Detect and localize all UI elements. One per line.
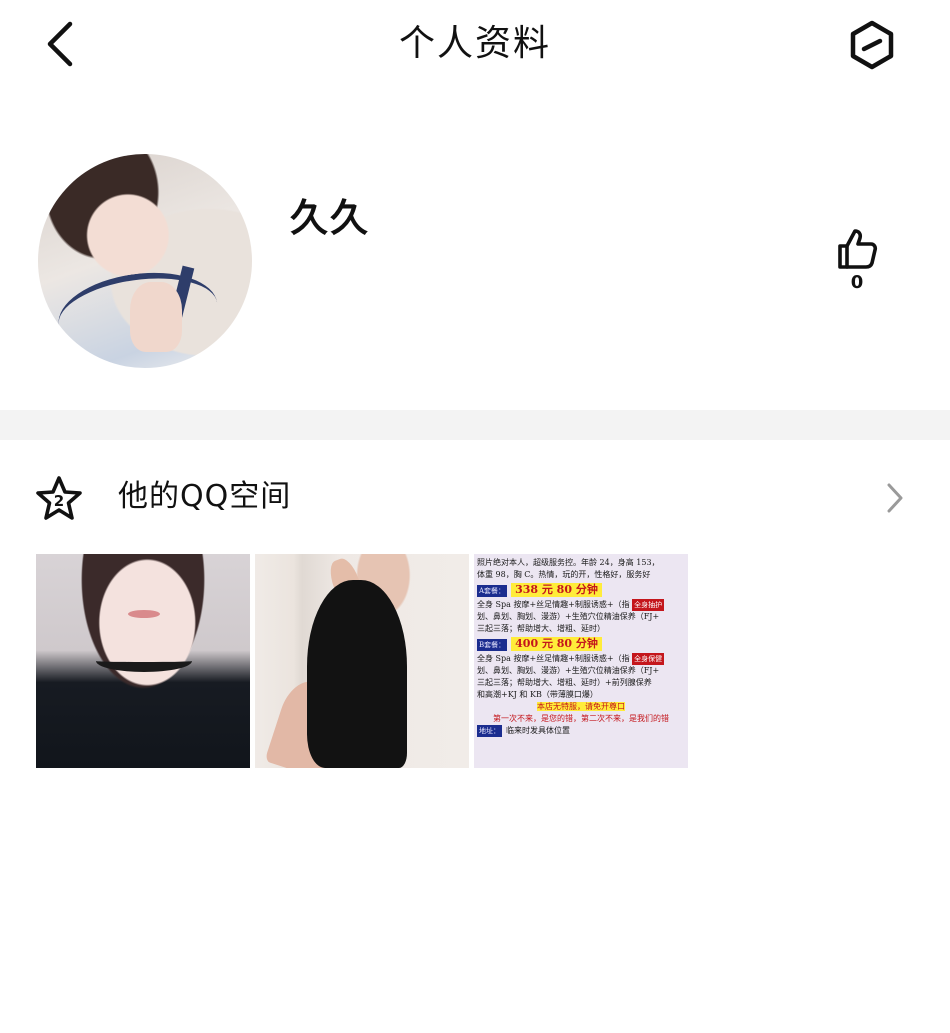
qzone-entry[interactable]: 2 他的QQ空间: [0, 460, 950, 536]
ad-line: 和高潮+KJ 和 KB（带薄膜口爆）: [477, 690, 598, 699]
ad-line: 全身 Spa 按摩+丝足情趣+制服诱惑+（指 全身抽护: [477, 599, 665, 611]
ad-price: 338 元 80 分钟: [511, 583, 602, 597]
page-title: 个人资料: [398, 23, 551, 64]
ad-tag: 全身抽护: [632, 599, 665, 611]
profile-page: 个人资料 久久 0 2 他的QQ空间 照片绝对本人，超级服务控。年龄 24，身高…: [0, 0, 950, 1033]
star-level-icon: 2: [36, 476, 82, 520]
ad-line: 体重 98，胸 C。热情，玩的开，性格好，服务好: [477, 570, 651, 579]
qzone-photos: 照片绝对本人，超级服务控。年龄 24，身高 153， 体重 98，胸 C。热情，…: [36, 554, 690, 770]
hexagon-minus-icon: [850, 20, 894, 70]
ad-line: 全身 Spa 按摩+丝足情趣+制服诱惑+（指 全身保健: [477, 653, 665, 665]
section-divider: [0, 410, 950, 440]
ad-tag: A套餐：: [477, 585, 508, 597]
ad-line: 三起三落；帮助增大、增粗、延时）+前列腺保养: [477, 678, 652, 687]
ad-tag: 地址：: [477, 725, 502, 737]
qzone-label: 他的QQ空间: [118, 479, 292, 514]
ad-line: B套餐： 400 元 80 分钟: [477, 635, 685, 653]
star-level-badge: 2: [54, 492, 64, 510]
qzone-photo-text-ad[interactable]: 照片绝对本人，超级服务控。年龄 24，身高 153， 体重 98，胸 C。热情，…: [474, 554, 688, 768]
thumbs-up-icon: [838, 229, 878, 269]
like-button[interactable]: 0: [832, 226, 882, 296]
nav-bar: 个人资料: [0, 0, 950, 90]
ad-line: 本店无特服，请免开尊口: [537, 702, 625, 711]
ad-line: 地址： 临来时发具体位置: [477, 725, 570, 737]
profile-header: 久久 0: [0, 90, 950, 410]
ad-line: 划、鼻划、胸划、漫游）+生殖穴位精油保养（FJ+: [477, 612, 660, 621]
qzone-photo-dress[interactable]: [255, 554, 469, 768]
chevron-right-icon: [887, 483, 903, 513]
like-count: 0: [850, 272, 864, 293]
profile-name: 久久: [290, 196, 371, 240]
ad-price: 400 元 80 分钟: [511, 637, 602, 651]
more-button[interactable]: [845, 18, 899, 72]
avatar[interactable]: [38, 154, 252, 368]
ad-tag: 全身保健: [632, 653, 665, 665]
qzone-photo-selfie[interactable]: [36, 554, 250, 768]
ad-line: 第一次不来，是您的错，第二次不来，是我们的错: [493, 714, 669, 723]
ad-line: 划、鼻划、胸划、漫游）+生殖穴位精油保养（FJ+: [477, 666, 660, 675]
ad-line: A套餐： 338 元 80 分钟: [477, 581, 685, 599]
ad-line: 三起三落；帮助增大、增粗、延时）: [477, 624, 605, 633]
ad-tag: B套餐：: [477, 639, 508, 651]
ad-line: 照片绝对本人，超级服务控。年龄 24，身高 153，: [477, 558, 660, 567]
